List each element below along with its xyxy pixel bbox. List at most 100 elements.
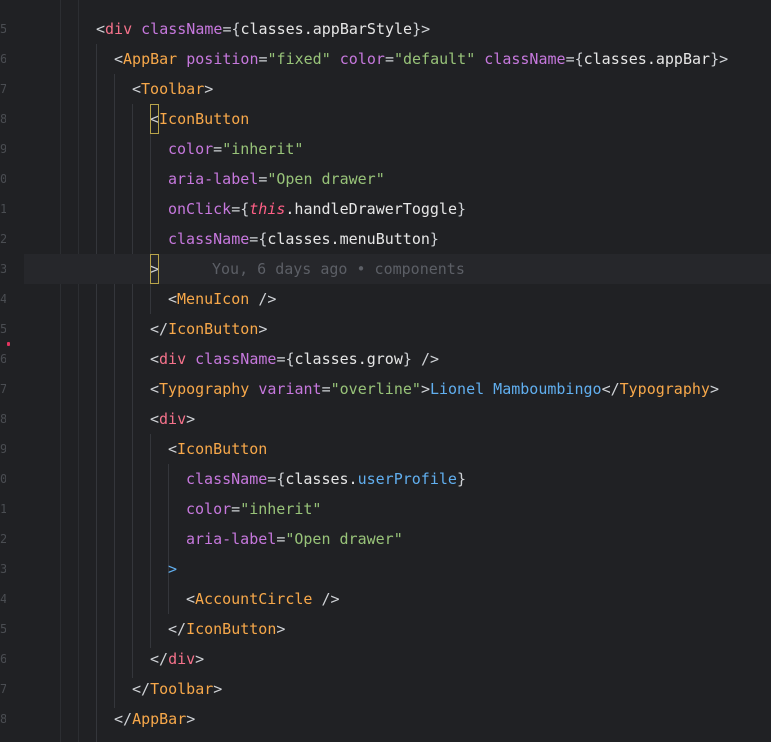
token-jsx-text: Lionel Mamboumbingo <box>429 380 602 398</box>
token-tag: IconButton <box>186 620 277 638</box>
code-line[interactable]: color="inherit" <box>0 494 771 524</box>
code-line[interactable]: </IconButton> <box>0 314 771 344</box>
token-punctuation: < <box>168 290 178 308</box>
token-punctuation: /> <box>420 350 439 368</box>
token-punctuation: < <box>150 410 160 428</box>
token-brace: { <box>240 200 250 218</box>
token-tag: AppBar <box>123 50 178 68</box>
token-tag: Toolbar <box>150 680 214 698</box>
token-punctuation: </ <box>114 710 133 728</box>
token-tag: div <box>159 350 187 368</box>
token-expression: .handleDrawerToggle <box>285 200 457 218</box>
token-punctuation: > <box>168 560 178 578</box>
token-tag: IconButton <box>177 440 268 458</box>
code-line[interactable]: <div> <box>0 404 771 434</box>
token-operator: = <box>258 50 268 68</box>
token-punctuation: < <box>168 440 178 458</box>
code-line[interactable]: color="inherit" <box>0 134 771 164</box>
token-expression: classes.appBarStyle <box>240 20 413 38</box>
token-punctuation: > <box>186 710 196 728</box>
token-brace: } <box>457 200 467 218</box>
token-attribute: className <box>195 350 277 368</box>
token-operator: = <box>276 530 286 548</box>
token-punctuation: </ <box>132 680 151 698</box>
code-line-current[interactable]: > You, 6 days ago • components <box>0 254 771 284</box>
token-operator: = <box>249 230 259 248</box>
token-tag: IconButton <box>168 320 259 338</box>
code-line[interactable]: aria-label="Open drawer" <box>0 164 771 194</box>
code-editor[interactable]: 5 6 7 8 9 0 1 2 3 4 5 6 7 8 9 0 1 2 3 4 … <box>0 0 771 742</box>
token-attribute: className <box>484 50 566 68</box>
token-tag: div <box>168 650 196 668</box>
token-brace: } <box>402 350 412 368</box>
token-operator: = <box>267 470 277 488</box>
token-tag: MenuIcon <box>177 290 250 308</box>
token-brace: { <box>574 50 584 68</box>
token-tag: IconButton <box>159 110 250 128</box>
token-punctuation-matched: > <box>150 254 160 284</box>
token-brace: } <box>710 50 720 68</box>
token-expression: classes.appBar <box>583 50 711 68</box>
token-operator: = <box>384 50 394 68</box>
token-operator: = <box>231 200 241 218</box>
code-line[interactable]: <div className={classes.appBarStyle}> <box>0 14 771 44</box>
token-attribute: position <box>186 50 259 68</box>
token-punctuation: > <box>719 50 729 68</box>
token-expression: classes. <box>285 470 358 488</box>
token-brace: { <box>231 20 241 38</box>
code-line[interactable]: aria-label="Open drawer" <box>0 524 771 554</box>
token-punctuation: </ <box>150 650 169 668</box>
code-line[interactable]: <div className={classes.grow} /> <box>0 344 771 374</box>
code-line[interactable]: > <box>0 554 771 584</box>
code-line[interactable]: </div> <box>0 644 771 674</box>
code-line[interactable]: className={classes.userProfile} <box>0 464 771 494</box>
git-blame-annotation: You, 6 days ago • components <box>212 260 465 278</box>
code-line[interactable]: </AppBar> <box>0 704 771 734</box>
token-punctuation: > <box>420 380 430 398</box>
token-punctuation: </ <box>168 620 187 638</box>
token-punctuation: < <box>114 50 124 68</box>
code-line[interactable]: onClick={this.handleDrawerToggle} <box>0 194 771 224</box>
code-line[interactable]: <AccountCircle /> <box>0 584 771 614</box>
token-attribute: className <box>186 470 268 488</box>
token-tag: AccountCircle <box>195 590 313 608</box>
token-punctuation: > <box>421 20 431 38</box>
code-line[interactable]: </IconButton> <box>0 614 771 644</box>
token-brace: { <box>276 470 286 488</box>
token-punctuation: /> <box>321 590 340 608</box>
code-line[interactable]: className={classes.menuButton} <box>0 224 771 254</box>
code-line[interactable]: <MenuIcon /> <box>0 284 771 314</box>
token-property: userProfile <box>357 470 457 488</box>
token-brace: } <box>456 470 466 488</box>
code-line[interactable]: </Toolbar> <box>0 674 771 704</box>
code-line[interactable]: <Typography variant="overline">Lionel Ma… <box>0 374 771 404</box>
token-operator: = <box>213 140 223 158</box>
token-tag: AppBar <box>132 710 187 728</box>
token-punctuation-matched: < <box>150 104 160 134</box>
token-punctuation: /> <box>258 290 277 308</box>
token-punctuation: > <box>276 620 286 638</box>
token-punctuation: > <box>195 650 205 668</box>
token-attribute: aria-label <box>168 170 259 188</box>
token-operator: = <box>565 50 575 68</box>
token-tag: div <box>159 410 187 428</box>
token-punctuation: </ <box>601 380 620 398</box>
token-string: "inherit" <box>240 500 322 518</box>
code-line[interactable]: <Toolbar> <box>0 74 771 104</box>
token-brace: { <box>285 350 295 368</box>
token-attribute: className <box>168 230 250 248</box>
code-line[interactable]: <IconButton <box>0 104 771 134</box>
token-attribute: color <box>339 50 385 68</box>
code-line[interactable]: <AppBar position="fixed" color="default"… <box>0 44 771 74</box>
token-string: "inherit" <box>222 140 304 158</box>
token-punctuation: < <box>132 80 142 98</box>
token-punctuation: < <box>150 380 160 398</box>
token-punctuation: > <box>213 680 223 698</box>
token-attribute: className <box>141 20 223 38</box>
code-line[interactable]: <IconButton <box>0 434 771 464</box>
token-operator: = <box>231 500 241 518</box>
token-attribute: color <box>168 140 214 158</box>
token-operator: = <box>321 380 331 398</box>
token-brace: } <box>429 230 439 248</box>
token-string: "fixed" <box>267 50 331 68</box>
